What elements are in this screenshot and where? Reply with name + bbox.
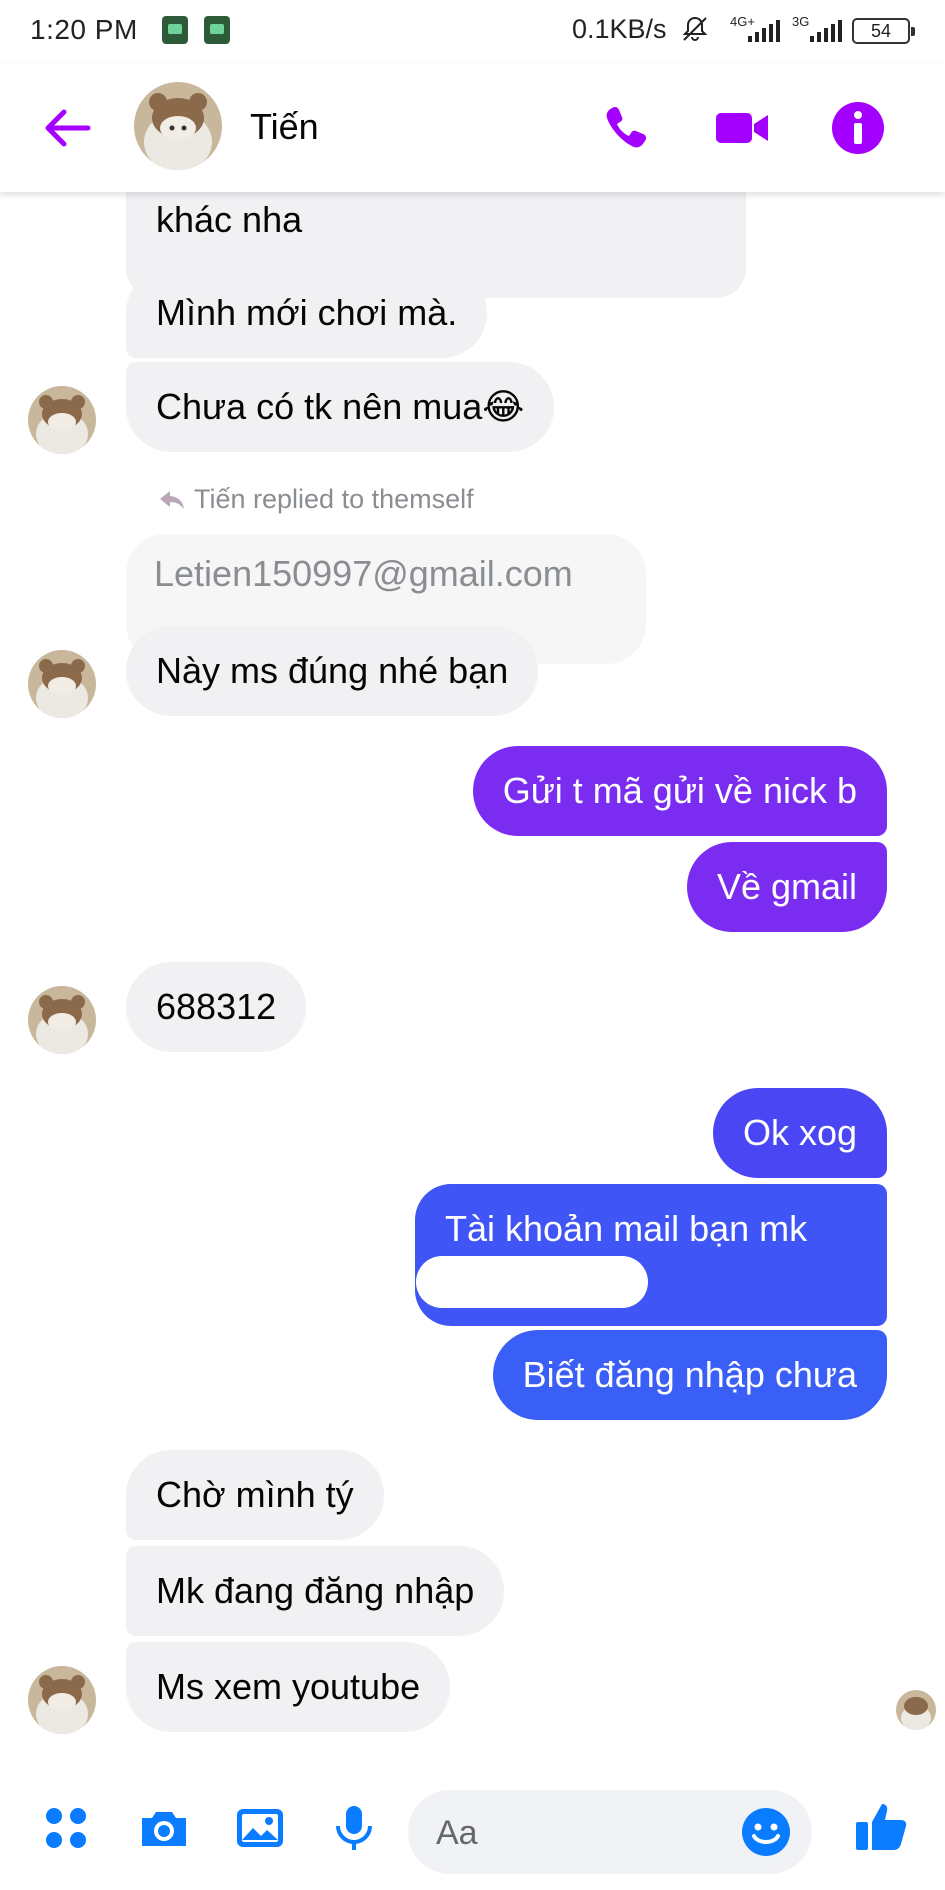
message-bubble[interactable]: Chưa có tk nên mua😂: [126, 362, 555, 452]
message-text: Ms xem youtube: [156, 1666, 421, 1707]
message-bubble[interactable]: Gửi t mã gửi về nick b: [472, 746, 887, 836]
avatar[interactable]: [28, 1666, 96, 1734]
message-bubble[interactable]: Mình mới chơi mà.: [126, 268, 488, 358]
message-input[interactable]: Aa: [408, 1790, 812, 1874]
message-text: Ok xog: [742, 1112, 857, 1153]
notification-icon: [162, 16, 188, 44]
message-text: Gửi t mã gửi về nick b: [502, 770, 857, 811]
conversation-header: Tiến: [0, 64, 945, 192]
message-text: Mình mới chơi mà.: [156, 292, 458, 333]
video-camera-icon[interactable]: [712, 98, 772, 158]
avatar[interactable]: [28, 386, 96, 454]
message-text: Chưa có tk nên mua😂: [156, 386, 525, 427]
message-bubble[interactable]: Ok xog: [712, 1088, 887, 1178]
message-bubble[interactable]: Biết đăng nhập chưa: [492, 1330, 887, 1420]
message-bubble[interactable]: Ms xem youtube: [126, 1642, 451, 1732]
reply-arrow-icon: [160, 491, 184, 509]
seen-indicator-avatar: [896, 1690, 936, 1730]
avatar[interactable]: [28, 650, 96, 718]
network-speed: 0.1KB/s: [572, 14, 667, 44]
message-text: Chờ mình tý: [156, 1474, 354, 1515]
emoji-icon[interactable]: [738, 1804, 794, 1860]
message-text: Này ms đúng nhé bạn: [156, 650, 509, 691]
message-bubble[interactable]: Chờ mình tý: [126, 1450, 384, 1540]
battery-icon: 54: [852, 18, 915, 44]
apps-menu-icon[interactable]: [38, 1800, 94, 1856]
info-icon[interactable]: [828, 98, 888, 158]
phone-icon[interactable]: [596, 98, 656, 158]
message-bubble[interactable]: Mk đang đăng nhập: [126, 1546, 505, 1636]
quoted-text: Letien150997@gmail.com: [154, 553, 573, 594]
back-arrow-icon[interactable]: [38, 104, 94, 152]
message-text: Tài khoản mail bạn mk: [445, 1208, 808, 1249]
microphone-icon[interactable]: [326, 1800, 382, 1856]
message-list[interactable]: khác nha Mình mới chơi mà. Chưa có tk nê…: [0, 192, 945, 1772]
message-text: Về gmail: [716, 866, 857, 907]
status-bar: 1:20 PM 0.1KB/s 4G+ 3G 54: [0, 0, 945, 64]
message-bubble[interactable]: Về gmail: [686, 842, 887, 932]
signal-3g-icon: 3G: [792, 14, 854, 44]
thumbs-up-icon[interactable]: [852, 1796, 912, 1856]
message-composer: Aa: [0, 1772, 945, 1890]
network-type-label: 3G: [792, 14, 810, 29]
contact-name[interactable]: Tiến: [250, 106, 319, 148]
redaction-mark: [416, 1256, 648, 1308]
message-bubble[interactable]: Này ms đúng nhé bạn: [126, 626, 539, 716]
message-text: Mk đang đăng nhập: [156, 1570, 475, 1611]
avatar[interactable]: [28, 986, 96, 1054]
signal-4g-icon: 4G+: [730, 14, 792, 44]
reply-indicator: Tiến replied to themself: [158, 484, 474, 515]
status-time: 1:20 PM: [30, 14, 138, 45]
mute-bell-icon: [682, 16, 708, 41]
message-text: khác nha: [156, 199, 303, 240]
message-text: Biết đăng nhập chưa: [522, 1354, 857, 1395]
avatar[interactable]: [134, 82, 222, 170]
gallery-icon[interactable]: [232, 1800, 288, 1856]
message-bubble[interactable]: 688312: [126, 962, 307, 1052]
message-text: 688312: [156, 986, 277, 1027]
camera-icon[interactable]: [136, 1800, 192, 1856]
notification-icon: [204, 16, 230, 44]
reply-note-text: Tiến replied to themself: [194, 484, 474, 514]
message-input-placeholder: Aa: [436, 1814, 478, 1852]
